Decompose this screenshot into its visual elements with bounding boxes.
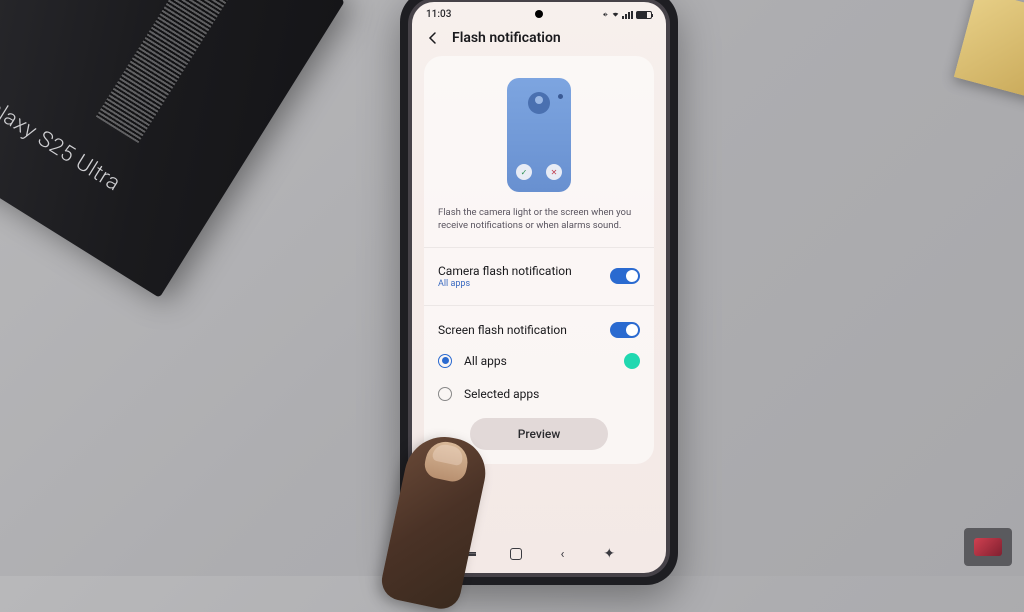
screen-flash-row[interactable]: Screen flash notification [438, 316, 640, 344]
nav-back[interactable]: ‹ [552, 547, 572, 562]
color-indicator[interactable] [624, 353, 640, 369]
camera-flash-toggle[interactable] [610, 268, 640, 284]
box-barcode [96, 0, 234, 143]
camera-flash-label: Camera flash notification [438, 264, 572, 278]
call-accept-icon: ✓ [516, 164, 532, 180]
feature-description: Flash the camera light or the screen whe… [438, 206, 640, 233]
product-box: Galaxy S25 Ultra [0, 0, 345, 298]
person-icon [528, 92, 550, 114]
battery-icon [636, 11, 652, 19]
wooden-object [954, 0, 1024, 100]
camera-punch-hole [535, 10, 543, 18]
camera-flash-sublabel: All apps [438, 279, 572, 289]
illustration: ✓ ✕ [438, 70, 640, 206]
settings-card: ✓ ✕ Flash the camera light or the screen… [424, 56, 654, 464]
channel-watermark [964, 528, 1012, 566]
all-apps-radio[interactable] [438, 354, 452, 368]
all-apps-label: All apps [464, 354, 507, 368]
nav-assistant[interactable]: ✦ [599, 546, 619, 562]
camera-flash-row[interactable]: Camera flash notification All apps [438, 258, 640, 295]
page-header: Flash notification [412, 24, 666, 56]
preview-button[interactable]: Preview [470, 418, 609, 450]
status-time: 11:03 [426, 9, 451, 20]
wifi-icon [612, 11, 619, 18]
all-apps-radio-row[interactable]: All apps [438, 344, 640, 378]
back-icon[interactable] [426, 31, 440, 45]
screen-flash-label: Screen flash notification [438, 323, 567, 337]
signal-icon [622, 11, 633, 19]
nav-home[interactable] [506, 548, 526, 560]
page-title: Flash notification [452, 30, 561, 46]
screen-flash-toggle[interactable] [610, 322, 640, 338]
selected-apps-radio-row[interactable]: Selected apps [438, 378, 640, 410]
volume-icon [602, 11, 609, 18]
call-decline-icon: ✕ [546, 164, 562, 180]
selected-apps-radio[interactable] [438, 387, 452, 401]
selected-apps-label: Selected apps [464, 387, 539, 401]
